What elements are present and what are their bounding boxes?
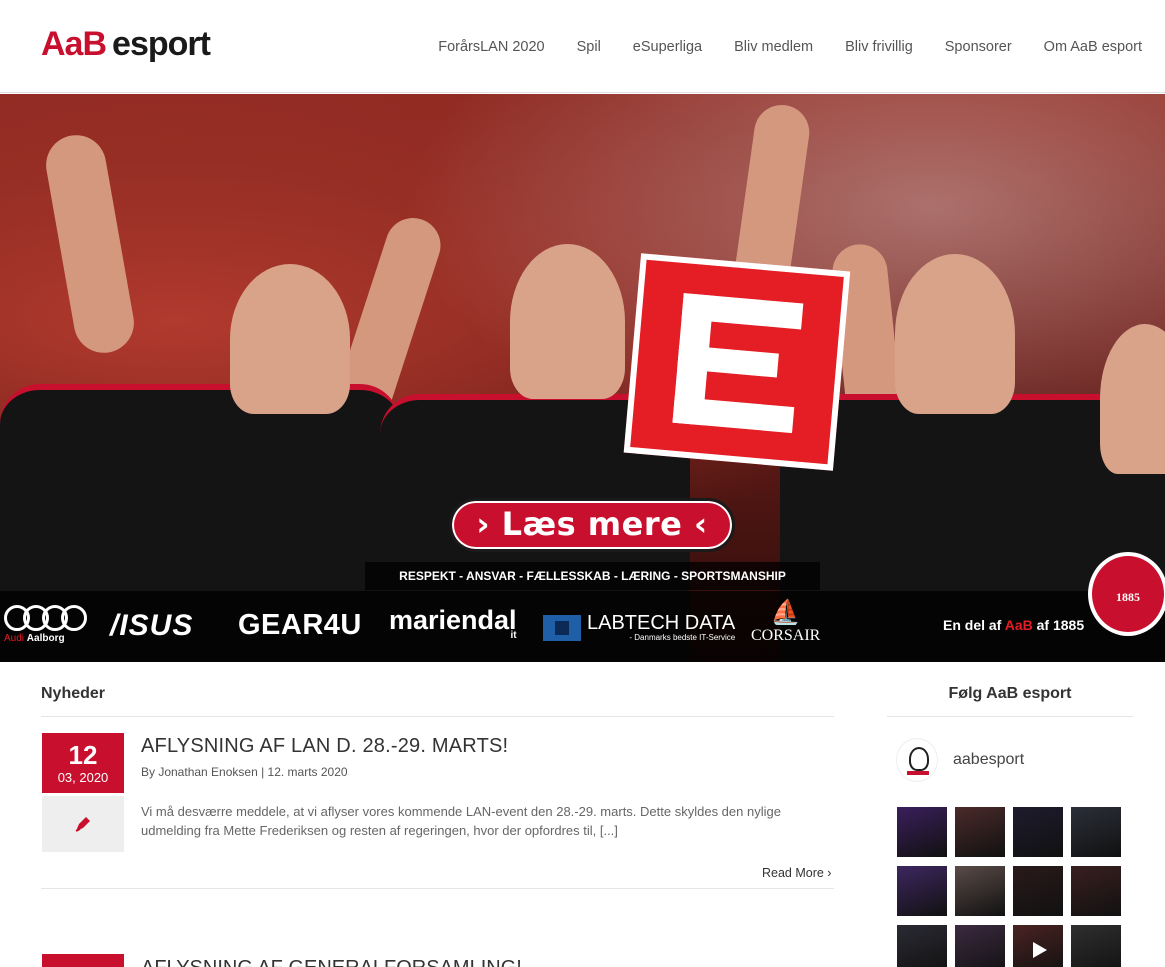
avatar: [896, 738, 938, 782]
post-day: 12: [68, 740, 98, 770]
labtech-sub: - Danmarks bedste IT-Service: [629, 633, 736, 642]
hero-photo-face: [230, 264, 350, 414]
site-logo[interactable]: AaB esport: [41, 24, 211, 64]
post-date-badge: [42, 954, 124, 967]
instagram-profile[interactable]: aabesport: [896, 738, 1024, 782]
club-values: RESPEKT - ANSVAR - FÆLLESSKAB - LÆRING -…: [365, 562, 820, 590]
nav-item-spil[interactable]: Spil: [577, 37, 601, 57]
endel-suffix: af 1885: [1036, 617, 1085, 633]
post-title[interactable]: AFLYSNING AF LAN D. 28.-29. MARTS!: [141, 735, 508, 758]
read-more-link[interactable]: Read More ›: [762, 866, 831, 880]
sponsor-asus[interactable]: /ISUS: [110, 609, 193, 643]
divider: [41, 716, 834, 717]
post-meta: By Jonathan Enoksen | 12. marts 2020: [141, 765, 348, 779]
nav-item-bliv-medlem[interactable]: Bliv medlem: [734, 37, 813, 57]
instagram-tile[interactable]: [897, 807, 947, 857]
endel-aab: AaB: [1004, 617, 1033, 633]
instagram-tile[interactable]: [897, 925, 947, 967]
corsair-sails-icon: ⛵: [770, 600, 801, 626]
hero-banner: › Læs mere ‹ RESPEKT - ANSVAR - FÆLLESSK…: [0, 94, 1165, 662]
site-header: AaB esport ForårsLAN 2020 Spil eSuperliga…: [0, 0, 1165, 93]
post-format-box[interactable]: [42, 796, 124, 852]
aab-1885-badge[interactable]: 1885: [1088, 552, 1165, 636]
sponsor-gear4u[interactable]: GEAR4U: [238, 609, 362, 642]
post-title[interactable]: AFLYSNING AF GENERALFORSAMLING!: [141, 955, 522, 967]
hero-e-sign: [623, 253, 851, 471]
instagram-tile[interactable]: [955, 925, 1005, 967]
en-del-af-aab: En del af AaB af 1885: [943, 617, 1084, 633]
divider: [41, 888, 834, 889]
instagram-tile[interactable]: [955, 807, 1005, 857]
hero-photo-face: [895, 254, 1015, 414]
logo-esport: esport: [112, 25, 211, 63]
labtech-label: LABTECH DATA: [587, 612, 736, 634]
post-excerpt: Vi må desværre meddele, at vi aflyser vo…: [141, 804, 781, 838]
hero-photo-arm: [41, 130, 139, 358]
corsair-label: CORSAIR: [751, 627, 821, 644]
audi-city: Aalborg: [26, 633, 65, 644]
audi-label: Audi: [4, 633, 25, 644]
hero-photo-face: [510, 244, 625, 399]
hero-photo-face: [1100, 324, 1165, 474]
instagram-tile[interactable]: [1071, 807, 1121, 857]
sponsor-labtech[interactable]: LABTECH DATA - Danmarks bedste IT-Service: [543, 613, 735, 643]
labtech-logo-icon: [543, 615, 581, 641]
nav-item-foraarslan[interactable]: ForårsLAN 2020: [438, 37, 544, 57]
instagram-tile[interactable]: [1071, 925, 1121, 967]
sponsor-corsair[interactable]: ⛵ CORSAIR: [751, 599, 820, 645]
pen-icon: [75, 817, 90, 832]
laes-mere-button[interactable]: › Læs mere ‹: [449, 498, 735, 552]
instagram-tile[interactable]: [1071, 866, 1121, 916]
logo-aab: AaB: [41, 25, 107, 63]
sponsor-bar: Audi Aalborg /ISUS GEAR4U mariendal it L…: [0, 591, 1165, 662]
audi-rings-icon: [4, 605, 87, 631]
instagram-tile[interactable]: [897, 866, 947, 916]
instagram-tile[interactable]: [955, 866, 1005, 916]
nav-item-om-aab-esport[interactable]: Om AaB esport: [1044, 37, 1142, 57]
badge-year: 1885: [1116, 590, 1140, 604]
main-nav: ForårsLAN 2020 Spil eSuperliga Bliv medl…: [406, 37, 1142, 57]
instagram-grid: [897, 807, 1121, 967]
news-section-title: Nyheder: [41, 685, 106, 702]
post-month-year: 03, 2020: [57, 770, 109, 785]
nav-item-bliv-frivillig[interactable]: Bliv frivillig: [845, 37, 913, 57]
nav-item-esuperliga[interactable]: eSuperliga: [633, 37, 702, 57]
sidebar-title: Følg AaB esport: [948, 685, 1072, 702]
mariendal-label: mariendal: [389, 605, 517, 635]
post-date-badge: 12 03, 2020: [42, 733, 124, 793]
divider: [887, 716, 1133, 717]
endel-prefix: En del af: [943, 617, 1002, 633]
sponsor-audi[interactable]: Audi Aalborg: [4, 605, 87, 644]
instagram-tile[interactable]: [1013, 807, 1063, 857]
instagram-tile[interactable]: [1013, 925, 1063, 967]
nav-item-sponsorer[interactable]: Sponsorer: [945, 37, 1012, 57]
instagram-tile[interactable]: [1013, 866, 1063, 916]
instagram-handle: aabesport: [953, 751, 1025, 768]
sponsor-mariendal[interactable]: mariendal it: [389, 605, 517, 641]
